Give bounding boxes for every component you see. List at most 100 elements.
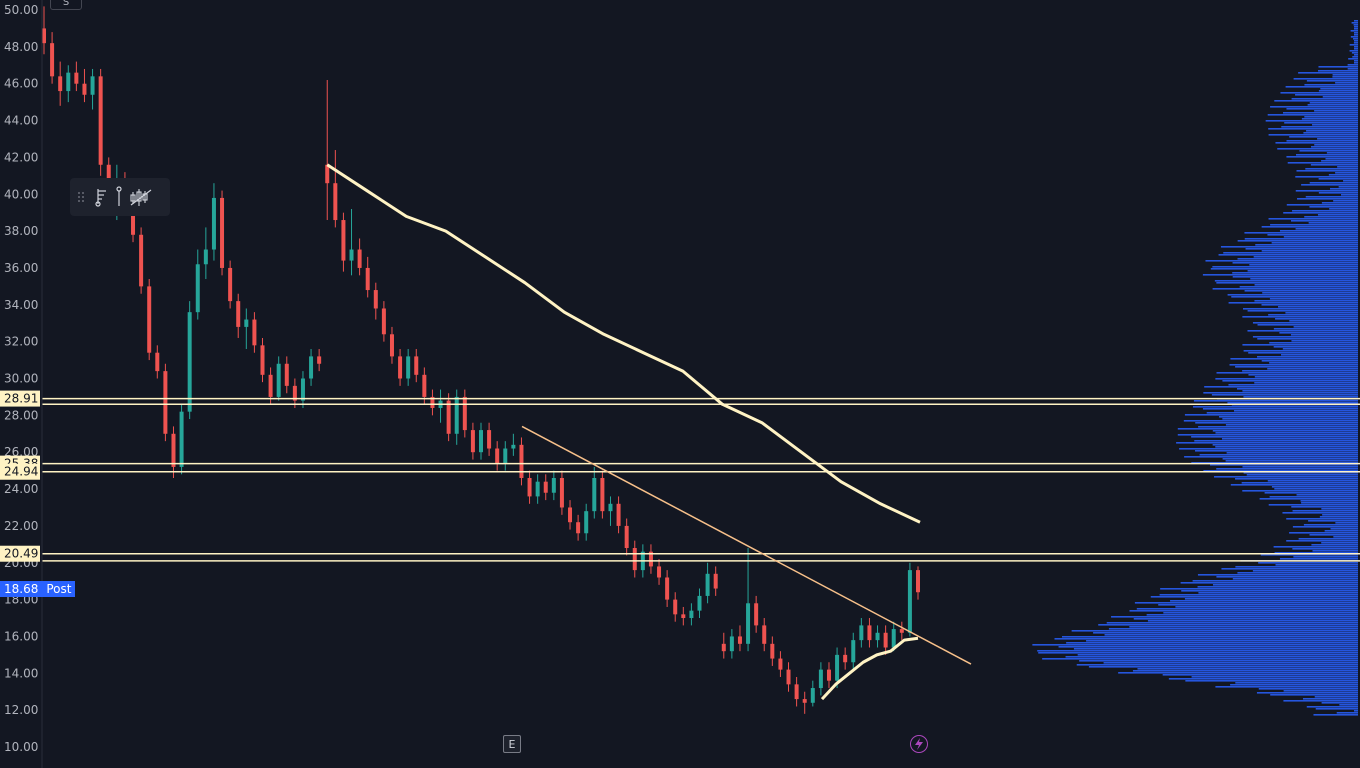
- candle-body: [657, 566, 662, 578]
- volume-bar: [1291, 340, 1358, 342]
- volume-bar: [1184, 598, 1358, 600]
- hierarchy-icon[interactable]: [92, 182, 112, 212]
- volume-bar: [1314, 110, 1358, 112]
- volume-bar: [1248, 374, 1358, 376]
- candle-body: [479, 430, 483, 453]
- candles-icon[interactable]: [126, 182, 156, 212]
- candle-body: [446, 400, 451, 434]
- volume-bar: [1310, 164, 1358, 166]
- volume-bar: [1227, 294, 1358, 296]
- volume-bar: [1261, 226, 1358, 228]
- volume-bar: [1273, 328, 1358, 330]
- volume-bar: [1168, 678, 1358, 680]
- volume-bar: [1289, 136, 1358, 138]
- floating-toolbar[interactable]: [70, 178, 170, 216]
- level-label: 20.49: [4, 547, 38, 561]
- candle-body: [50, 43, 55, 77]
- candle-body: [632, 548, 637, 571]
- volume-bar: [1353, 38, 1358, 40]
- volume-bar: [1197, 574, 1358, 576]
- lightning-icon[interactable]: [910, 735, 928, 753]
- volume-bar: [1219, 416, 1358, 418]
- volume-bar: [1317, 214, 1358, 216]
- price-tick-label: 36.00: [4, 261, 38, 275]
- volume-bar: [1308, 222, 1358, 224]
- volume-bar: [1352, 56, 1358, 58]
- volume-bar: [1283, 690, 1358, 692]
- volume-bar: [1268, 128, 1358, 130]
- volume-bar: [1231, 296, 1358, 298]
- volume-bar: [1273, 346, 1358, 348]
- candle-body: [519, 444, 524, 478]
- volume-bar: [1146, 614, 1358, 616]
- volume-bar: [1318, 178, 1358, 180]
- volume-bar: [1252, 570, 1358, 572]
- candle-body: [818, 669, 823, 689]
- volume-bar: [1282, 348, 1358, 350]
- volume-bar: [1268, 504, 1358, 506]
- volume-bar: [1199, 454, 1358, 456]
- volume-bar: [1296, 494, 1358, 496]
- volume-bar: [1254, 382, 1358, 384]
- volume-bar: [1193, 400, 1358, 402]
- candle-body: [616, 503, 621, 526]
- candle-body: [883, 632, 888, 648]
- volume-bar: [1191, 436, 1358, 438]
- volume-bar: [1277, 148, 1358, 150]
- volume-bar: [1242, 490, 1358, 492]
- volume-bar: [1257, 324, 1358, 326]
- volume-bar: [1220, 246, 1358, 248]
- volume-bar: [1286, 518, 1358, 520]
- price-tick-label: 42.00: [4, 150, 38, 164]
- volume-bar: [1133, 618, 1358, 620]
- volume-bar: [1290, 220, 1358, 222]
- volume-bar: [1269, 496, 1358, 498]
- volume-bar: [1222, 458, 1358, 460]
- pin-icon[interactable]: [112, 182, 126, 212]
- volume-bar: [1253, 256, 1358, 258]
- candle-body: [309, 356, 314, 379]
- volume-bar: [1242, 344, 1358, 346]
- vwap-line-upper: [326, 163, 921, 524]
- candle-body: [470, 430, 475, 453]
- volume-bar: [1257, 338, 1358, 340]
- candle-body: [381, 308, 386, 335]
- earnings-marker[interactable]: E: [503, 735, 521, 753]
- volume-bar: [1137, 668, 1358, 670]
- volume-bar: [1195, 450, 1358, 452]
- candle-body: [576, 522, 581, 534]
- volume-bar: [1163, 612, 1358, 614]
- volume-bar: [1073, 648, 1358, 650]
- volume-bar: [1230, 684, 1358, 686]
- volume-bar: [1216, 282, 1358, 284]
- volume-bar: [1333, 200, 1358, 202]
- volume-bar: [1353, 24, 1358, 26]
- drag-handle-icon[interactable]: [70, 182, 92, 212]
- candle-body: [681, 614, 686, 619]
- volume-bar: [1256, 692, 1358, 694]
- candle-body: [276, 363, 281, 397]
- price-tick-label: 10.00: [4, 740, 38, 754]
- volume-bar: [1108, 628, 1358, 630]
- volume-bar: [1226, 452, 1358, 454]
- candle-body: [187, 312, 192, 412]
- volume-bar: [1184, 456, 1358, 458]
- volume-bar: [1301, 502, 1358, 504]
- volume-bar: [1066, 642, 1358, 644]
- volume-bar: [1216, 372, 1358, 374]
- volume-bar: [1118, 672, 1358, 674]
- candle-body: [778, 658, 783, 670]
- scale-button[interactable]: S: [50, 0, 82, 10]
- volume-bar: [1277, 306, 1358, 308]
- candle-body: [665, 577, 670, 600]
- candle-body: [398, 356, 403, 379]
- volume-bar: [1282, 512, 1358, 514]
- volume-bar: [1159, 594, 1358, 596]
- volume-bar: [1275, 318, 1358, 320]
- price-chart[interactable]: 50.00 48.00 46.00 44.00 42.00 40.00 38.00 36.00…: [0, 0, 1360, 768]
- volume-bar: [1103, 662, 1358, 664]
- volume-bar: [1267, 234, 1358, 236]
- volume-bar: [1252, 336, 1358, 338]
- volume-bar: [1129, 626, 1358, 628]
- volume-bar: [1218, 254, 1358, 256]
